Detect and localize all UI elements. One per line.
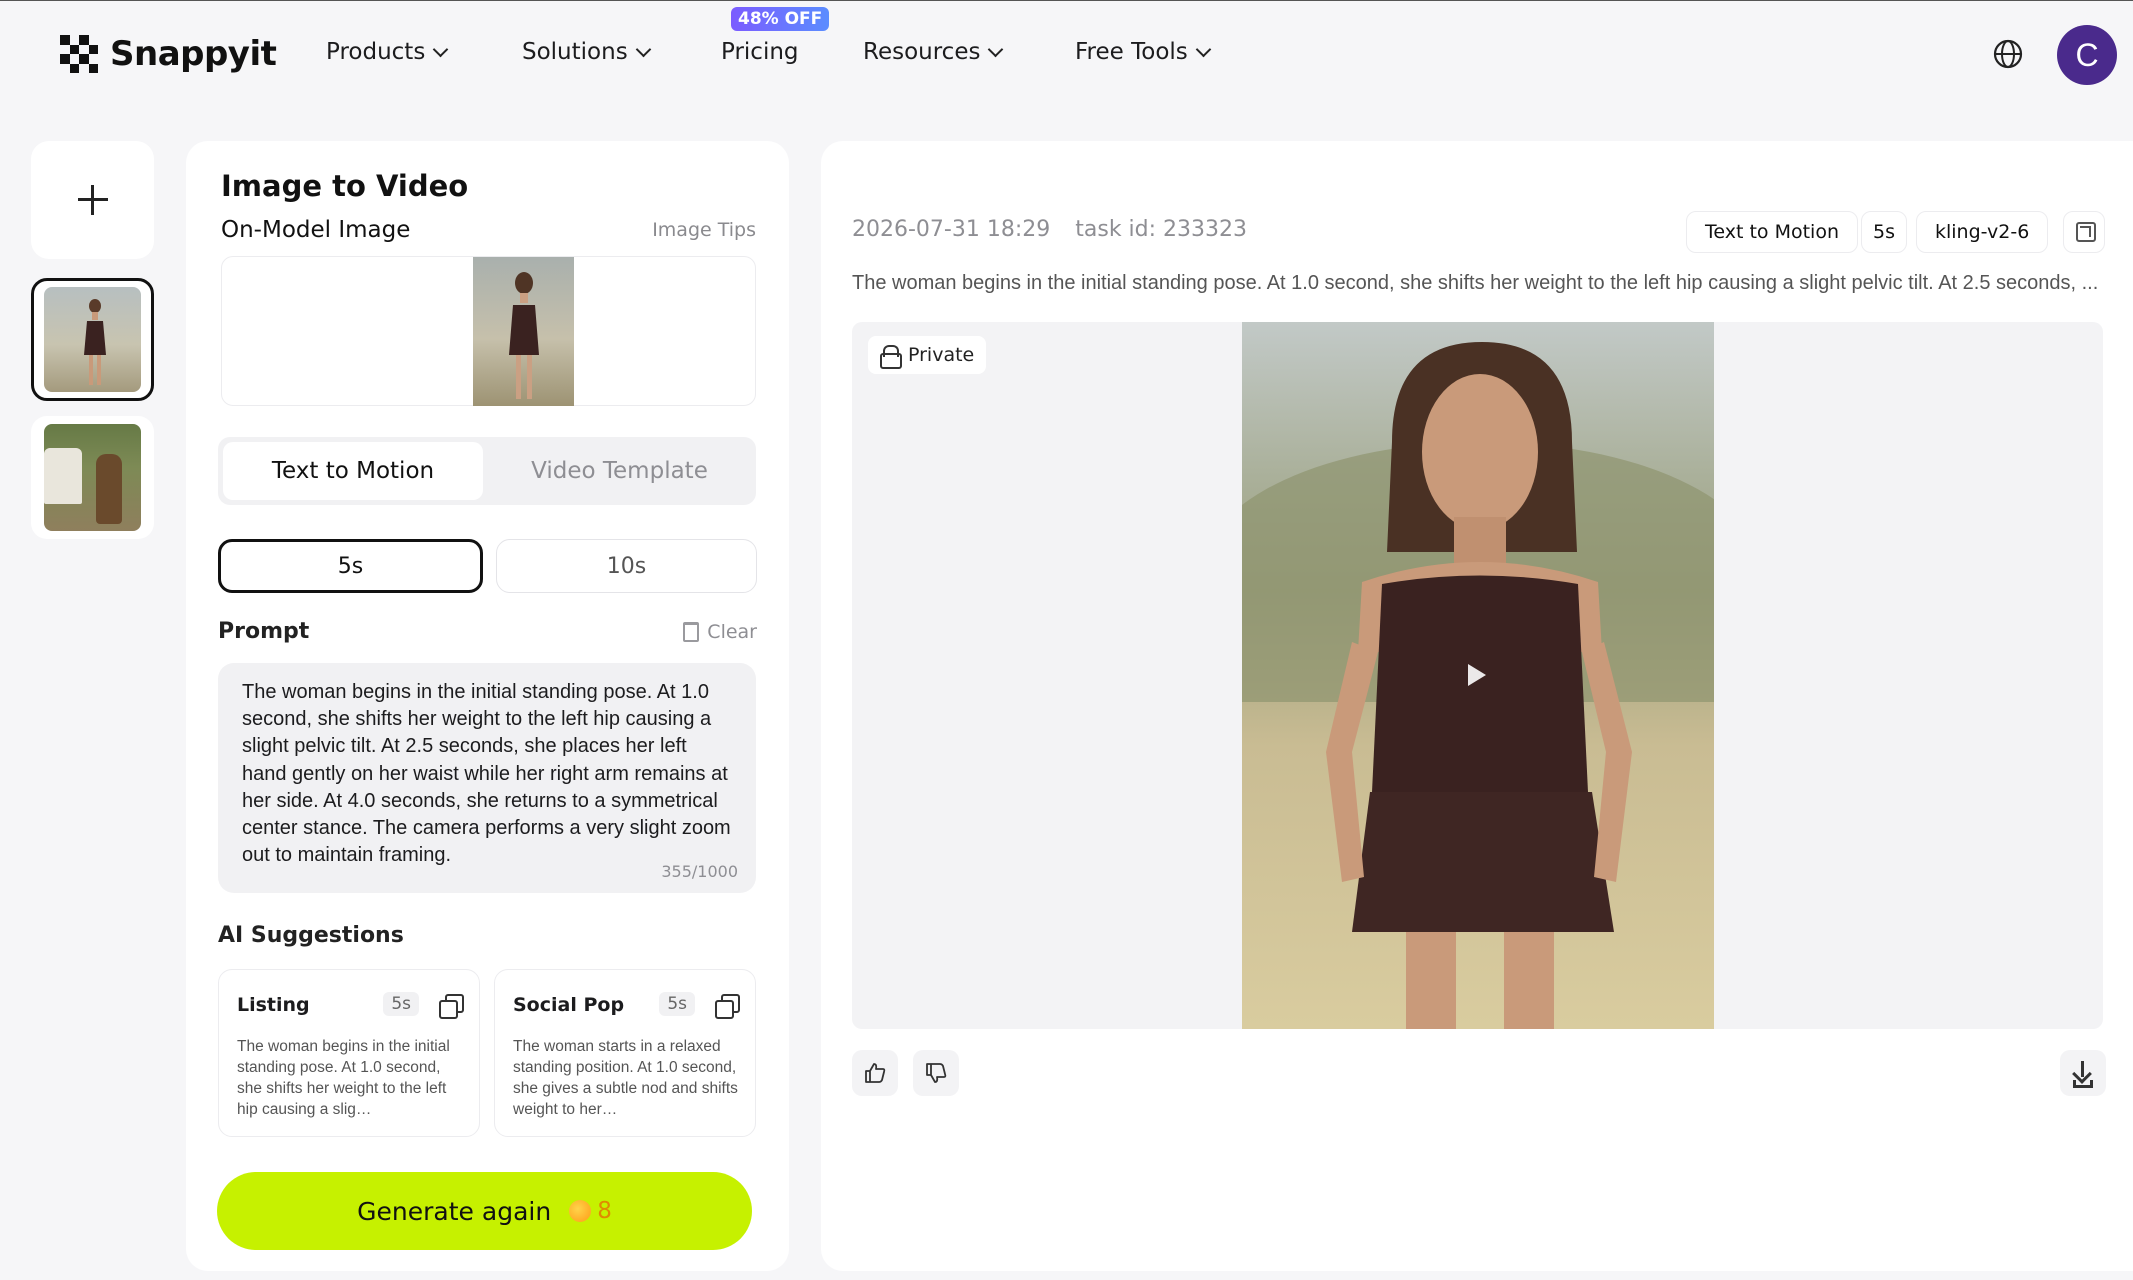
- suggestion-text: The woman starts in a relaxed standing p…: [513, 1038, 738, 1118]
- thumbnail-image: [44, 287, 141, 392]
- prompt-label: Prompt: [218, 619, 310, 644]
- woman-figure-graphic: [84, 299, 106, 385]
- discount-badge: 48% OFF: [731, 7, 830, 31]
- thumbs-down-button[interactable]: [913, 1050, 959, 1096]
- suggestion-duration: 5s: [659, 992, 695, 1016]
- on-model-image-label: On-Model Image: [221, 217, 411, 243]
- reuse-icon[interactable]: [2063, 211, 2105, 253]
- chevron-down-icon: [1195, 41, 1212, 57]
- result-meta: 2026-07-31 18:29 task id: 233323: [852, 217, 1247, 242]
- duration-10s-button[interactable]: 10s: [496, 539, 757, 593]
- van-graphic: [44, 448, 82, 504]
- thumbs-up-button[interactable]: [852, 1050, 898, 1096]
- prompt-textarea[interactable]: The woman begins in the initial standing…: [218, 663, 756, 893]
- nav-resources-label: Resources: [863, 39, 981, 65]
- ai-suggestions-label: AI Suggestions: [218, 923, 404, 948]
- model-chip: kling-v2-6: [1916, 211, 2049, 253]
- thumbs-down-icon: [926, 1063, 947, 1083]
- coin-icon: [569, 1200, 592, 1222]
- snappyit-logo-icon: [60, 35, 98, 73]
- prompt-text: The woman begins in the initial standing…: [242, 681, 731, 867]
- woman-figure-graphic: [96, 454, 122, 524]
- uploaded-image-preview: [473, 257, 574, 406]
- chevron-down-icon: [988, 41, 1004, 57]
- woman-figure-graphic: [509, 272, 539, 399]
- play-icon[interactable]: [1468, 664, 1486, 686]
- tab-video-template[interactable]: Video Template: [488, 442, 751, 500]
- trash-icon: [683, 622, 700, 642]
- brand-logo[interactable]: Snappyit: [60, 34, 277, 74]
- generate-label: Generate again: [357, 1196, 552, 1226]
- suggestion-title: Listing: [237, 994, 310, 1016]
- new-generation-button[interactable]: [31, 141, 154, 259]
- copy-icon[interactable]: [715, 994, 740, 1019]
- nav-free-tools-label: Free Tools: [1075, 39, 1188, 65]
- image-upload-area[interactable]: [221, 256, 756, 406]
- generate-again-button[interactable]: Generate again 8: [217, 1172, 752, 1250]
- generation-settings-panel: Image to Video On-Model Image Image Tips…: [186, 141, 789, 1271]
- video-player[interactable]: Private: [852, 322, 2103, 1029]
- suggestion-duration: 5s: [383, 992, 419, 1016]
- duration-5s-button[interactable]: 5s: [218, 539, 483, 593]
- suggestion-card-listing[interactable]: Listing 5s The woman begins in the initi…: [218, 969, 480, 1137]
- privacy-label: Private: [908, 344, 975, 366]
- suggestion-title: Social Pop: [513, 994, 625, 1016]
- video-frame: [1242, 322, 1714, 1029]
- tab-text-to-motion[interactable]: Text to Motion: [223, 442, 483, 500]
- prompt-char-counter: 355/1000: [661, 862, 738, 881]
- brand-name: Snappyit: [110, 34, 277, 74]
- lock-icon: [880, 345, 902, 369]
- user-avatar[interactable]: C: [2057, 25, 2117, 85]
- duration-chip: 5s: [1861, 211, 1907, 253]
- nav-pricing-label: Pricing: [721, 39, 799, 65]
- nav-products[interactable]: Products: [326, 39, 449, 65]
- nav-free-tools[interactable]: Free Tools: [1075, 39, 1212, 65]
- result-timestamp: 2026-07-31 18:29: [852, 217, 1051, 242]
- clear-prompt-button[interactable]: Clear: [683, 621, 757, 643]
- thumbnail-image: [44, 424, 141, 531]
- result-description: The woman begins in the initial standing…: [852, 272, 2099, 294]
- clear-label: Clear: [707, 621, 757, 643]
- thumbs-up-icon: [865, 1063, 886, 1083]
- chevron-down-icon: [635, 41, 651, 57]
- globe-icon[interactable]: [1993, 39, 2023, 69]
- privacy-badge[interactable]: Private: [868, 336, 987, 374]
- result-panel: 2026-07-31 18:29 task id: 233323 Text to…: [821, 141, 2133, 1271]
- nav-solutions-label: Solutions: [522, 39, 628, 65]
- copy-icon[interactable]: [439, 994, 464, 1019]
- mode-chip: Text to Motion: [1686, 211, 1858, 253]
- history-thumbnail-selected[interactable]: [31, 278, 154, 401]
- mode-tabs: Text to Motion Video Template: [218, 437, 756, 505]
- nav-pricing[interactable]: Pricing: [721, 39, 799, 65]
- suggestion-text: The woman begins in the initial standing…: [237, 1038, 450, 1118]
- download-button[interactable]: [2060, 1050, 2106, 1096]
- suggestion-card-social-pop[interactable]: Social Pop 5s The woman starts in a rela…: [494, 969, 756, 1137]
- image-tips-link[interactable]: Image Tips: [652, 219, 756, 241]
- panel-title: Image to Video: [221, 169, 469, 203]
- result-task-id: task id: 233323: [1075, 217, 1248, 242]
- chevron-down-icon: [433, 41, 449, 57]
- top-navbar: Snappyit Products Solutions 48% OFF Pric…: [0, 1, 2133, 107]
- credit-cost: 8: [569, 1198, 612, 1224]
- download-icon: [2073, 1080, 2093, 1088]
- credit-cost-value: 8: [597, 1198, 612, 1224]
- nav-solutions[interactable]: Solutions: [522, 39, 651, 65]
- history-thumbnail[interactable]: [31, 416, 154, 539]
- plus-icon: [77, 185, 108, 215]
- nav-resources[interactable]: Resources: [863, 39, 1004, 65]
- nav-products-label: Products: [326, 39, 426, 65]
